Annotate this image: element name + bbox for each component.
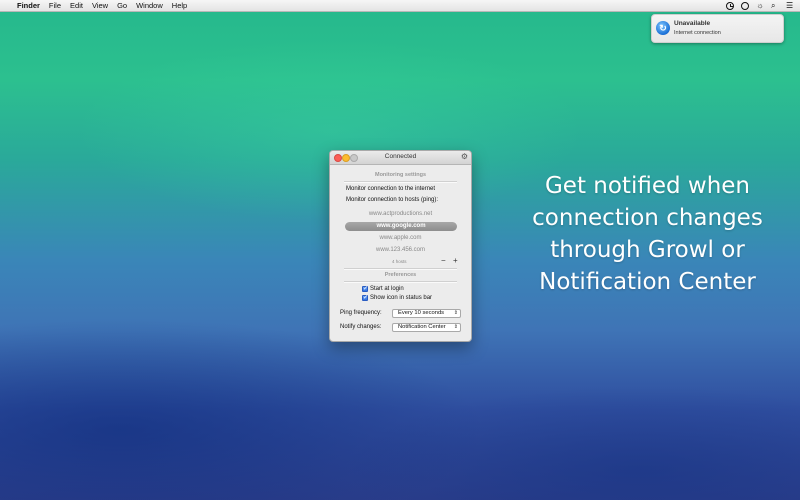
updown-arrows-icon: ⇕	[453, 324, 458, 330]
ping-frequency-label: Ping frequency:	[340, 310, 382, 316]
notification-subtitle: Internet connection	[674, 30, 721, 36]
section-divider	[344, 268, 457, 270]
host-item[interactable]: www.apple.com	[330, 235, 471, 241]
host-item[interactable]: www.actproductions.net	[330, 211, 471, 217]
gear-icon[interactable]: ⚙	[461, 152, 468, 161]
search-icon[interactable]: ⌕	[771, 1, 779, 10]
window-title: Connected	[384, 153, 417, 160]
notify-changes-label: Notify changes:	[340, 324, 382, 330]
menu-edit[interactable]: Edit	[70, 1, 83, 10]
host-item-selected[interactable]: www.google.com	[345, 222, 457, 231]
checkbox-checked-icon[interactable]: ✓	[362, 295, 368, 301]
menu-app-name[interactable]: Finder	[17, 1, 40, 10]
preferences-header: Preferences	[384, 272, 417, 278]
brightness-icon[interactable]: ☼	[756, 1, 764, 10]
menu-help[interactable]: Help	[172, 1, 187, 10]
promo-line: Get notified when	[544, 173, 751, 199]
promo-line: connection changes	[532, 205, 763, 231]
show-icon-checkbox[interactable]: ✓ Show icon in status bar	[362, 295, 432, 301]
clock-icon[interactable]	[726, 1, 734, 10]
list-icon[interactable]: ☰	[786, 1, 794, 10]
window-titlebar[interactable]: Connected ⚙	[330, 151, 471, 165]
host-item[interactable]: www.123.456.com	[330, 247, 471, 253]
notify-changes-value: Notification Center	[398, 324, 446, 330]
monitoring-settings-header: Monitoring settings	[374, 172, 427, 178]
remove-host-button[interactable]: −	[441, 257, 446, 265]
checkbox-checked-icon[interactable]: ✓	[362, 286, 368, 292]
ping-frequency-value: Every 10 seconds	[398, 310, 445, 316]
ping-frequency-select[interactable]: Every 10 seconds ⇕	[392, 309, 461, 318]
start-at-login-label: Start at login	[370, 286, 404, 292]
promo-text: Get notified when connection changes thr…	[520, 170, 775, 298]
promo-line: through Growl or	[550, 237, 745, 263]
status-ring-icon[interactable]	[741, 1, 749, 10]
promo-line: Notification Center	[539, 269, 756, 295]
start-at-login-checkbox[interactable]: ✓ Start at login	[362, 286, 404, 292]
menu-go[interactable]: Go	[117, 1, 127, 10]
status-tray: ☼ ⌕ ☰	[726, 0, 794, 11]
notification-title: Unavailable	[674, 20, 711, 27]
growl-icon: ↻	[656, 21, 670, 35]
menu-window[interactable]: Window	[136, 1, 163, 10]
monitor-hosts-label[interactable]: Monitor connection to hosts (ping):	[346, 197, 438, 203]
add-host-button[interactable]: +	[453, 257, 458, 265]
connected-window: Connected ⚙ Monitoring settings Monitor …	[329, 150, 472, 342]
notify-changes-select[interactable]: Notification Center ⇕	[392, 323, 461, 332]
menu-bar: Finder File Edit View Go Window Help ☼ ⌕…	[0, 0, 800, 12]
menu-file[interactable]: File	[49, 1, 61, 10]
section-divider	[344, 281, 457, 283]
host-count: 4 hosts	[392, 259, 407, 264]
notification-banner[interactable]: ↻ Unavailable Internet connection	[651, 14, 784, 43]
menu-view[interactable]: View	[92, 1, 108, 10]
monitor-internet-label[interactable]: Monitor connection to the internet	[346, 186, 435, 192]
section-divider	[344, 181, 457, 183]
updown-arrows-icon: ⇕	[453, 310, 458, 316]
show-icon-label: Show icon in status bar	[370, 295, 433, 301]
